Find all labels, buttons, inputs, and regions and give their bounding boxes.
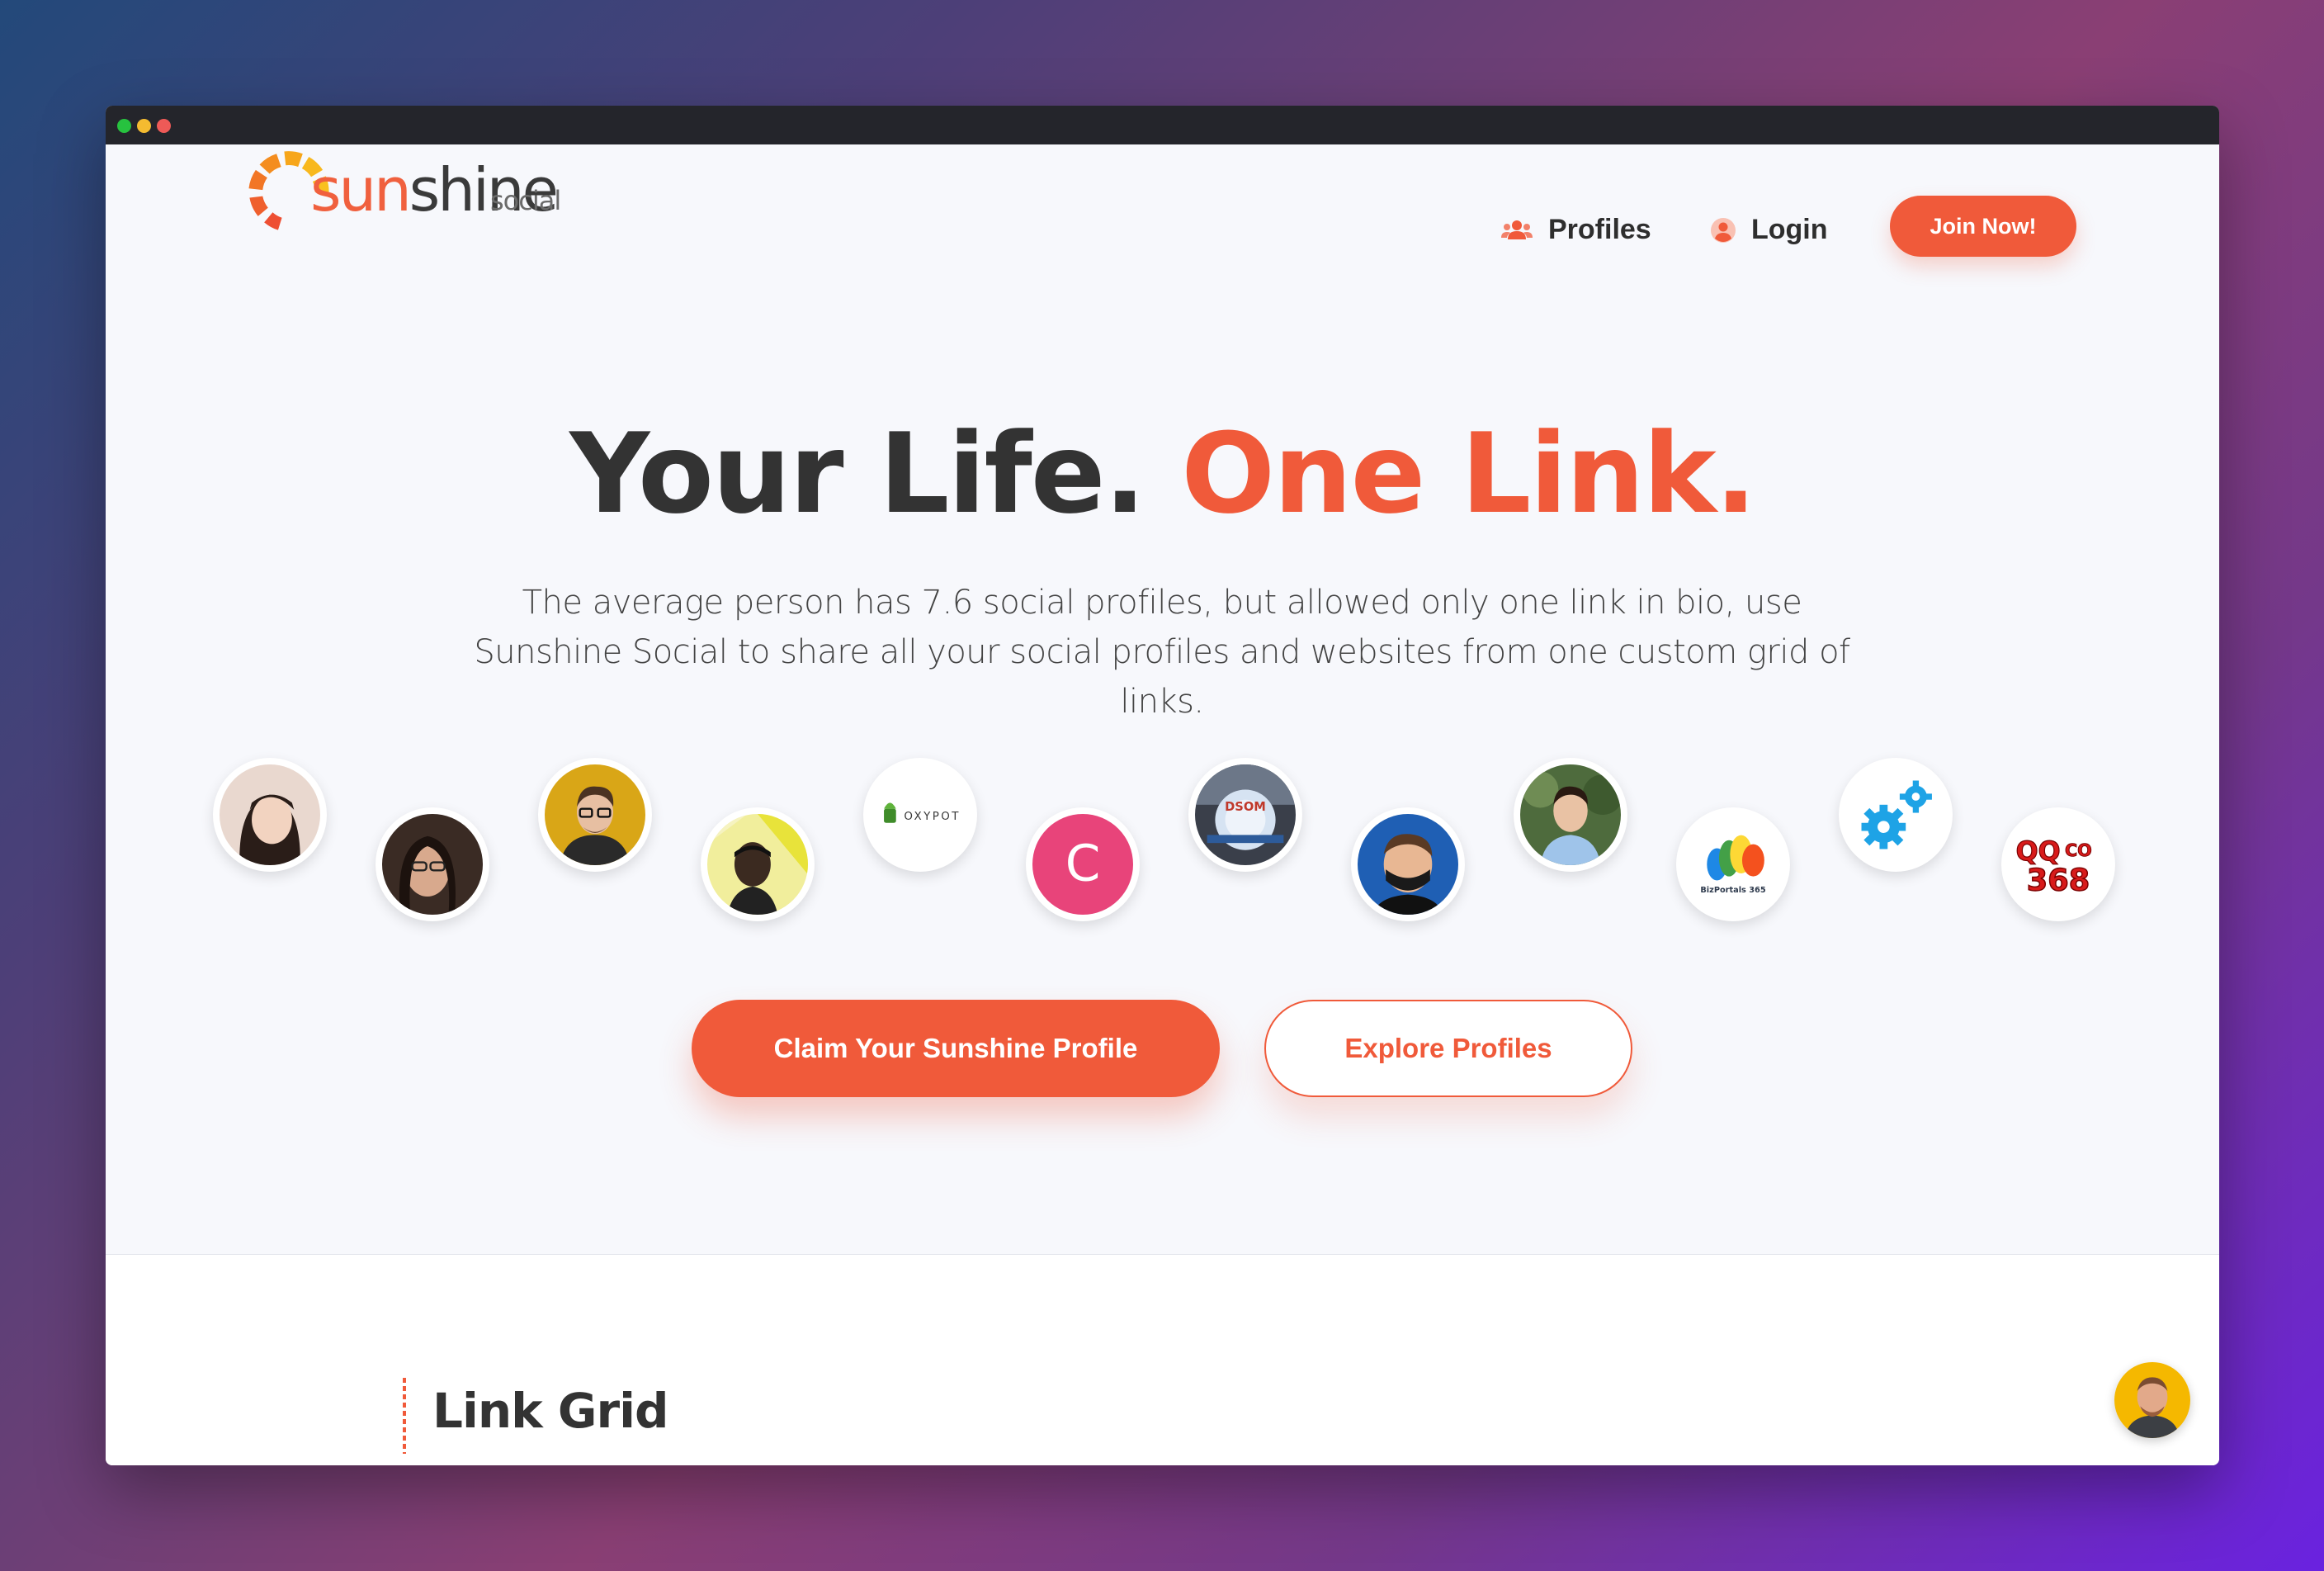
browser-window: sunshine social Profiles Login Join Now!…	[106, 106, 2219, 1465]
hero-title: Your Life. One Link.	[106, 409, 2219, 538]
profile-avatar[interactable]	[1839, 758, 1953, 872]
bizportals-logo-text: BizPortals 365	[1700, 886, 1765, 895]
user-circle-icon	[1711, 217, 1736, 243]
explore-profiles-button[interactable]: Explore Profiles	[1264, 1000, 1632, 1097]
window-maximize-button[interactable]	[157, 119, 171, 133]
profile-avatar[interactable]: C	[1026, 807, 1140, 921]
join-now-button[interactable]: Join Now!	[1890, 196, 2076, 257]
profile-avatar[interactable]: DSOM	[1188, 758, 1302, 872]
co-logo-text: CO	[2065, 840, 2092, 860]
profile-avatar[interactable]	[1514, 758, 1627, 872]
link-grid-title: Link Grid	[432, 1383, 669, 1439]
nav-profiles-label: Profiles	[1548, 214, 1651, 245]
site-logo[interactable]: sunshine social	[243, 145, 561, 244]
profile-avatar[interactable]	[1351, 807, 1465, 921]
profile-avatar[interactable]: QQ CO 368	[2001, 807, 2115, 921]
nav-profiles-link[interactable]: Profiles	[1500, 214, 1651, 246]
profile-avatar[interactable]	[538, 758, 652, 872]
users-icon	[1501, 220, 1533, 239]
brand-suffix: social	[490, 185, 561, 216]
hero-title-plain: Your Life.	[569, 409, 1145, 538]
link-grid-section: Link Grid	[106, 1254, 2219, 1465]
dsom-logo-text: DSOM	[1225, 800, 1266, 814]
profile-initial: C	[1065, 835, 1101, 893]
hero-subtitle: The average person has 7.6 social profil…	[474, 584, 1850, 721]
hero-title-accent: One Link.	[1181, 409, 1757, 538]
profile-avatar[interactable]	[376, 807, 489, 921]
window-close-button[interactable]	[117, 119, 131, 133]
window-titlebar	[106, 106, 2219, 144]
profile-avatar[interactable]	[213, 758, 327, 872]
section-title-accent-bar	[403, 1378, 406, 1454]
profile-avatar[interactable]: OXYPOT	[863, 758, 977, 872]
368-logo-text: 368	[2027, 863, 2090, 898]
support-chat-avatar[interactable]	[2114, 1362, 2190, 1438]
nav-login-link[interactable]: Login	[1710, 214, 1828, 246]
window-minimize-button[interactable]	[137, 119, 151, 133]
claim-profile-button[interactable]: Claim Your Sunshine Profile	[692, 1000, 1220, 1097]
nav-login-label: Login	[1751, 214, 1828, 245]
oxypot-logo-text: OXYPOT	[904, 811, 961, 823]
profile-avatar[interactable]	[701, 807, 815, 921]
brand-name-sun: sun	[310, 155, 412, 225]
profile-avatar[interactable]: BizPortals 365	[1676, 807, 1790, 921]
